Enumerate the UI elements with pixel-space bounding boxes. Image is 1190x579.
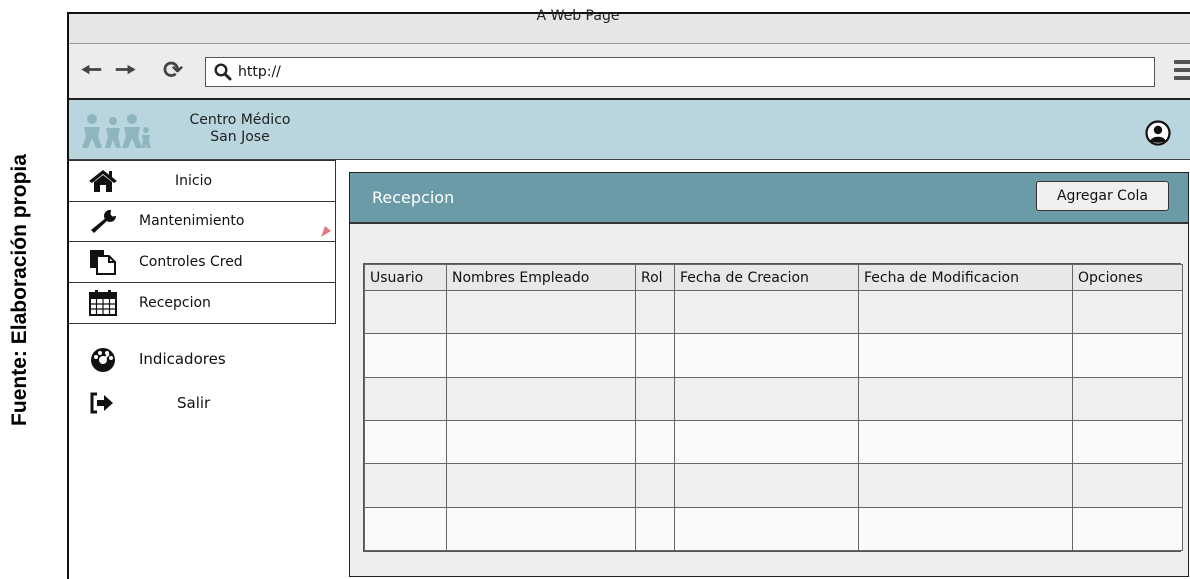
table-cell[interactable]	[635, 506, 675, 552]
table-cell[interactable]	[635, 463, 675, 508]
caption-text: Fuente: Elaboración propia	[8, 153, 31, 426]
table-row[interactable]	[364, 333, 1183, 378]
table-cell[interactable]	[674, 463, 859, 508]
brand-line-2: San Jose	[210, 129, 270, 145]
table-row[interactable]	[364, 419, 1183, 465]
column-header-rol[interactable]: Rol	[635, 264, 675, 291]
sidebar-item-inicio[interactable]: Inicio	[69, 161, 335, 202]
table-cell[interactable]	[858, 463, 1073, 508]
table-cell[interactable]	[1072, 463, 1183, 508]
agregar-cola-button[interactable]: Agregar Cola	[1036, 181, 1169, 211]
url-text: http://	[238, 64, 281, 80]
sidebar-item-label: Mantenimiento	[139, 213, 245, 230]
table-cell[interactable]	[635, 333, 675, 378]
table-cell[interactable]	[446, 376, 636, 421]
url-bar[interactable]: http://	[205, 57, 1155, 87]
window-titlebar: A Web Page	[69, 9, 1190, 44]
table-cell[interactable]	[446, 419, 636, 465]
column-header-usuario[interactable]: Usuario	[364, 264, 447, 291]
back-arrow-icon[interactable]: 🠔	[81, 58, 102, 82]
table-cell[interactable]	[446, 333, 636, 378]
sidebar-item-indicadores[interactable]: Indicadores	[87, 346, 226, 372]
sidebar-item-salir[interactable]: Salir	[87, 390, 210, 416]
column-header-fecha-creacion[interactable]: Fecha de Creacion	[674, 264, 859, 291]
sidebar-item-label: Inicio	[175, 172, 213, 189]
table-cell[interactable]	[858, 333, 1073, 378]
table-cell[interactable]	[674, 376, 859, 421]
recepcion-table-container: Usuario Nombres Empleado Rol Fecha de Cr…	[363, 263, 1183, 552]
table-cell[interactable]	[674, 506, 859, 552]
table-cell[interactable]	[858, 506, 1073, 552]
table-cell[interactable]	[858, 289, 1073, 335]
table-header-row: Usuario Nombres Empleado Rol Fecha de Cr…	[364, 264, 1183, 291]
table-cell[interactable]	[1072, 419, 1183, 465]
table-cell[interactable]	[446, 506, 636, 552]
browser-window: A Web Page 🠔 🠖 ⟳ http:// Centro Médico S…	[67, 9, 1190, 579]
calendar-icon	[89, 289, 117, 316]
wrench-icon	[91, 210, 116, 234]
sidebar-item-label: Recepcion	[139, 294, 211, 311]
table-body	[364, 289, 1183, 552]
table-cell[interactable]	[858, 419, 1073, 465]
column-header-fecha-modificacion[interactable]: Fecha de Modificacion	[858, 264, 1073, 291]
table-row[interactable]	[364, 506, 1183, 552]
column-header-nombres-empleado[interactable]: Nombres Empleado	[446, 264, 636, 291]
table-cell[interactable]	[1072, 333, 1183, 378]
browser-toolbar: 🠔 🠖 ⟳ http://	[69, 44, 1190, 100]
table-cell[interactable]	[635, 419, 675, 465]
table-cell[interactable]	[674, 289, 859, 335]
table-cell[interactable]	[1072, 289, 1183, 335]
reload-icon[interactable]: ⟳	[163, 58, 183, 82]
table-cell[interactable]	[446, 289, 636, 335]
table-cell[interactable]	[364, 289, 447, 335]
table-cell[interactable]	[1072, 376, 1183, 421]
table-cell[interactable]	[364, 333, 447, 378]
search-icon	[214, 63, 232, 81]
home-icon	[89, 169, 117, 192]
table-cell[interactable]	[364, 419, 447, 465]
sidebar-menu: Inicio Mantenimiento Controles Cred Rece…	[69, 160, 336, 324]
recepcion-table: Usuario Nombres Empleado Rol Fecha de Cr…	[364, 264, 1183, 552]
sidebar-item-controles-cred[interactable]: Controles Cred	[69, 242, 335, 283]
app-header: Centro Médico San Jose	[69, 100, 1190, 160]
table-cell[interactable]	[635, 289, 675, 335]
table-row[interactable]	[364, 463, 1183, 508]
family-logo-icon	[82, 114, 151, 148]
dashboard-icon	[91, 348, 115, 372]
table-cell[interactable]	[364, 463, 447, 508]
column-header-opciones[interactable]: Opciones	[1072, 264, 1183, 291]
resize-handle-icon[interactable]	[320, 224, 332, 238]
table-cell[interactable]	[364, 376, 447, 421]
sidebar-item-mantenimiento[interactable]: Mantenimiento	[69, 201, 335, 242]
documents-icon	[90, 249, 116, 275]
table-cell[interactable]	[674, 333, 859, 378]
sign-out-icon	[90, 392, 113, 414]
recepcion-panel: Recepcion Agregar Cola Usuario Nombres E…	[349, 172, 1189, 577]
brand-line-1: Centro Médico	[189, 112, 291, 128]
panel-title: Recepcion	[372, 188, 455, 207]
table-cell[interactable]	[858, 376, 1073, 421]
user-avatar-icon[interactable]	[1145, 120, 1171, 146]
window-title: A Web Page	[536, 8, 620, 24]
table-cell[interactable]	[635, 376, 675, 421]
brand-name: Centro Médico San Jose	[169, 112, 311, 146]
sidebar-item-label: Controles Cred	[139, 253, 243, 270]
figure-caption: Fuente: Elaboración propia	[0, 0, 40, 579]
table-cell[interactable]	[364, 506, 447, 552]
sidebar-item-label: Salir	[177, 394, 211, 412]
table-cell[interactable]	[446, 463, 636, 508]
table-row[interactable]	[364, 376, 1183, 421]
table-cell[interactable]	[1072, 506, 1183, 552]
sidebar-item-recepcion[interactable]: Recepcion	[69, 282, 335, 323]
forward-arrow-icon[interactable]: 🠖	[115, 58, 136, 82]
sidebar-item-label: Indicadores	[139, 350, 226, 368]
panel-header: Recepcion Agregar Cola	[350, 173, 1188, 224]
table-cell[interactable]	[674, 419, 859, 465]
hamburger-menu-icon[interactable]	[1174, 60, 1190, 84]
table-row[interactable]	[364, 289, 1183, 335]
